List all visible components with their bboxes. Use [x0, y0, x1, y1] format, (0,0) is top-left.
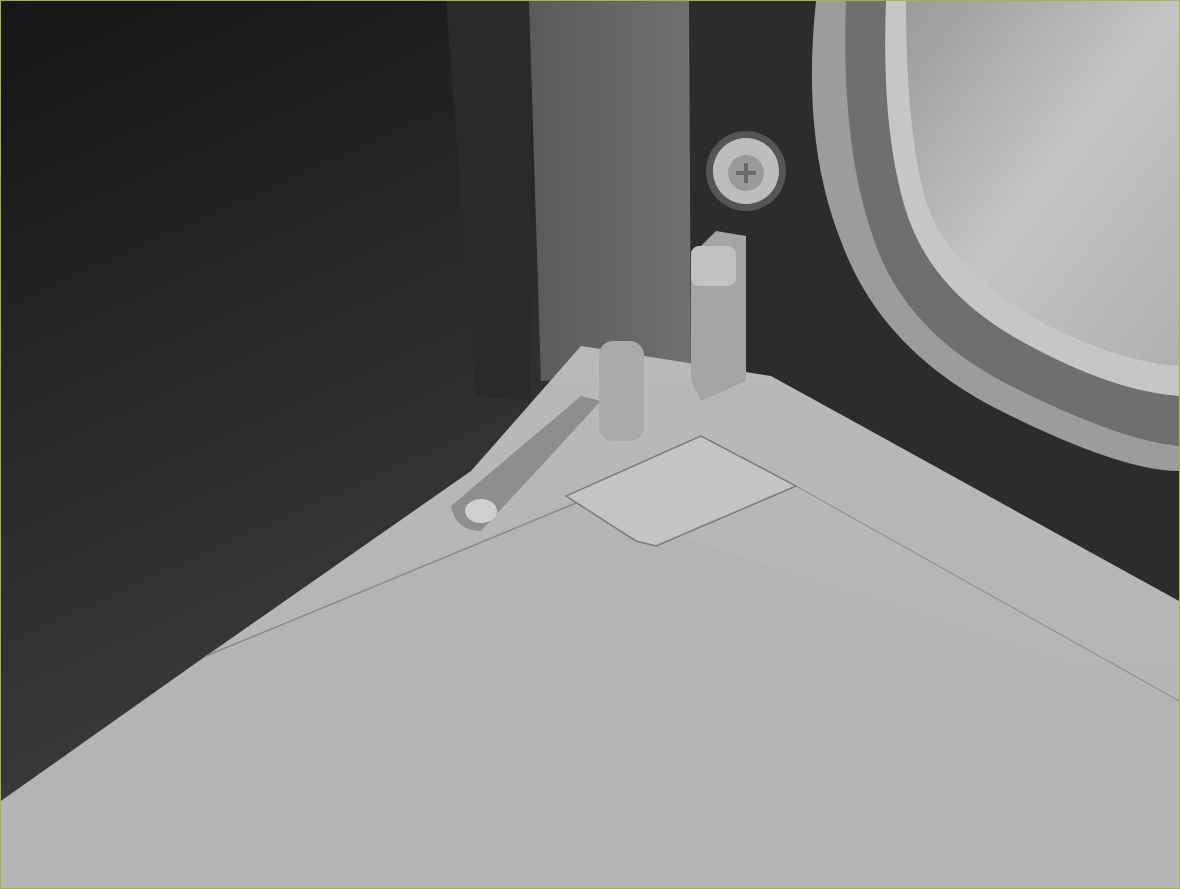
scene-render	[1, 1, 1179, 888]
3d-viewport[interactable]	[0, 0, 1180, 889]
pin	[465, 499, 497, 523]
hinge-tab	[599, 341, 644, 441]
wall-column	[529, 1, 691, 381]
screw-icon	[706, 131, 786, 211]
